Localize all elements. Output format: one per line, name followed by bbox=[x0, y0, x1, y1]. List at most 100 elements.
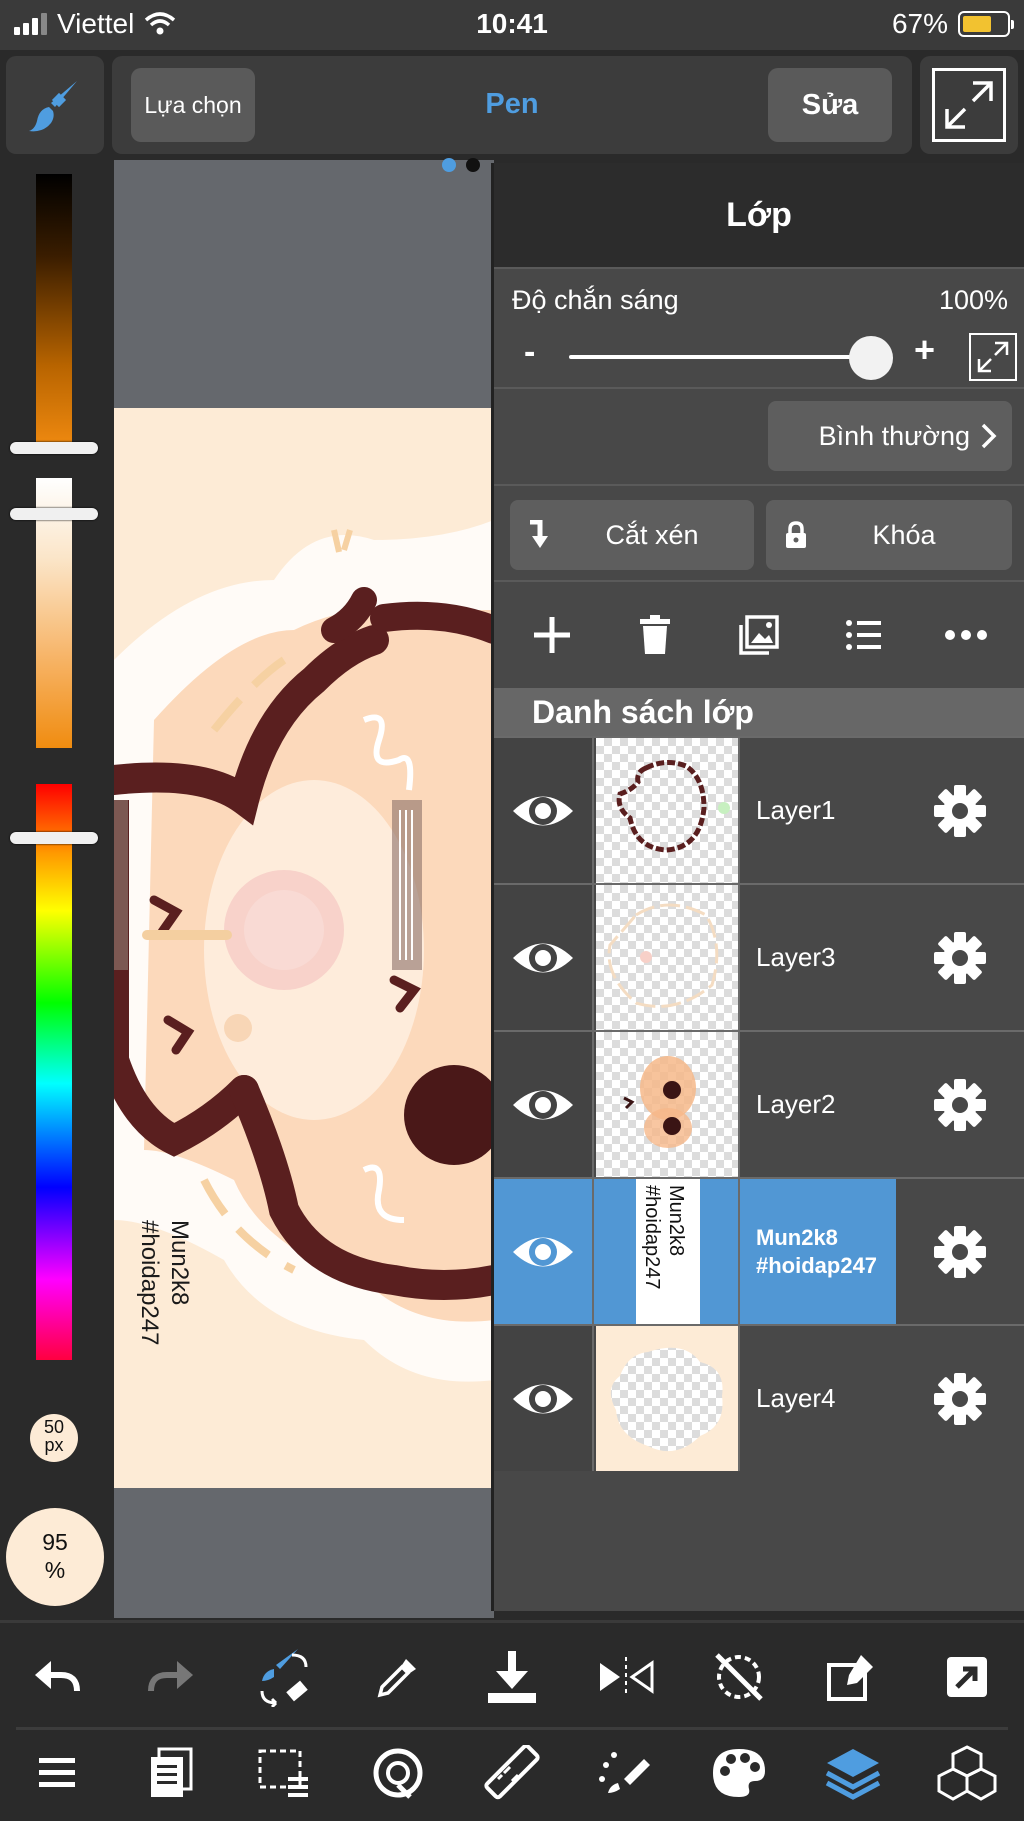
layer-name: Layer3 bbox=[756, 942, 836, 972]
layer-row[interactable]: Layer2 bbox=[494, 1030, 1024, 1177]
list-icon[interactable] bbox=[828, 600, 898, 670]
hue-handle[interactable] bbox=[10, 832, 98, 844]
brush-size-indicator[interactable]: 50 px bbox=[30, 1414, 78, 1462]
layer-settings-button[interactable] bbox=[896, 1326, 1024, 1471]
fullscreen-button[interactable] bbox=[920, 56, 1018, 154]
hue-slider[interactable] bbox=[36, 784, 72, 1360]
brush-opacity-indicator[interactable]: 95 % bbox=[6, 1508, 104, 1606]
layer-list-header: Danh sách lớp bbox=[494, 688, 1024, 736]
brush-tool-button[interactable] bbox=[6, 56, 104, 154]
edit-button[interactable]: Sửa bbox=[768, 68, 892, 142]
layer-name: Layer4 bbox=[756, 1383, 836, 1413]
redo-icon[interactable] bbox=[139, 1645, 203, 1709]
visibility-toggle[interactable] bbox=[494, 885, 594, 1030]
brush-eraser-swap-icon[interactable] bbox=[252, 1645, 316, 1709]
pages-icon[interactable] bbox=[139, 1741, 203, 1805]
snap-icon[interactable] bbox=[366, 1741, 430, 1805]
opacity-value: 100% bbox=[938, 285, 1008, 315]
clip-lock-row: Cắt xén Khóa bbox=[494, 486, 1024, 582]
layer-thumbnail: Mun2k8 #hoidap247 bbox=[596, 1179, 740, 1324]
opacity-increase-button[interactable]: + bbox=[914, 329, 935, 371]
eye-icon bbox=[513, 1090, 573, 1119]
thumbnail-text: Mun2k8 #hoidap247 bbox=[641, 1185, 687, 1290]
layer-name: Mun2k8 #hoidap247 bbox=[756, 1179, 916, 1324]
layers-icon[interactable] bbox=[821, 1741, 885, 1805]
undo-icon[interactable] bbox=[25, 1645, 89, 1709]
layer-settings-button[interactable] bbox=[896, 885, 1024, 1030]
lock-label: Khóa bbox=[872, 519, 936, 550]
layer-settings-button[interactable] bbox=[896, 1032, 1024, 1177]
status-bar: Viettel 10:41 67% bbox=[0, 0, 1024, 50]
bottom-toolbar-row-2 bbox=[0, 1741, 1024, 1805]
eyedropper-icon[interactable] bbox=[366, 1645, 430, 1709]
opacity-decrease-button[interactable]: - bbox=[524, 333, 535, 372]
panel-expand-button[interactable] bbox=[969, 333, 1017, 381]
bottom-toolbar-row-1 bbox=[0, 1645, 1024, 1709]
menu-icon[interactable] bbox=[25, 1741, 89, 1805]
layer-settings-button[interactable] bbox=[896, 738, 1024, 883]
artwork-canvas[interactable] bbox=[114, 160, 494, 1618]
visibility-toggle[interactable] bbox=[494, 1326, 594, 1471]
visibility-toggle[interactable] bbox=[494, 1179, 594, 1324]
layer-name: Layer2 bbox=[756, 1089, 836, 1119]
canvas-watermark: Mun2k8 #hoidap247 bbox=[136, 1220, 193, 1346]
layer-thumbnail bbox=[596, 1326, 740, 1471]
eye-icon bbox=[513, 943, 573, 972]
paintbrush-icon bbox=[29, 81, 77, 132]
layer-actions bbox=[494, 582, 1024, 688]
color-sidebar: 50 px 95 % bbox=[0, 160, 114, 1618]
brightness-handle[interactable] bbox=[10, 442, 98, 454]
transform-icon[interactable] bbox=[821, 1645, 885, 1709]
layer-thumbnail bbox=[596, 1032, 740, 1177]
gear-icon bbox=[934, 1078, 986, 1131]
layer-settings-button[interactable] bbox=[896, 1179, 1024, 1324]
opacity-slider-track[interactable] bbox=[569, 355, 874, 359]
palette-icon[interactable] bbox=[707, 1741, 771, 1805]
text-thumbnail: Mun2k8 #hoidap247 bbox=[636, 1179, 700, 1324]
gear-icon bbox=[934, 1372, 986, 1425]
lock-button[interactable]: Khóa bbox=[766, 500, 1012, 570]
layer-row-selected[interactable]: Mun2k8 #hoidap247 Mun2k8 #hoidap247 bbox=[494, 1177, 1024, 1324]
blend-mode-button[interactable]: Bình thường bbox=[768, 401, 1012, 471]
expand-icon bbox=[977, 341, 1009, 373]
visibility-toggle[interactable] bbox=[494, 1032, 594, 1177]
plus-icon[interactable] bbox=[517, 600, 587, 670]
tool-bar: Lựa chọn Pen Sửa bbox=[112, 56, 912, 154]
opacity-slider-knob[interactable] bbox=[849, 336, 893, 380]
layer-row[interactable]: Layer1 bbox=[494, 736, 1024, 883]
clipping-label: Cắt xén bbox=[605, 519, 699, 550]
lock-icon bbox=[766, 521, 826, 549]
visibility-toggle[interactable] bbox=[494, 738, 594, 883]
clock: 10:41 bbox=[476, 8, 548, 39]
layer-name: Layer1 bbox=[756, 795, 836, 825]
image-icon[interactable] bbox=[724, 600, 794, 670]
selection-icon[interactable] bbox=[252, 1741, 316, 1805]
opacity-row: Độ chắn sáng 100% - + bbox=[494, 269, 1024, 389]
eye-icon bbox=[513, 1237, 573, 1266]
clipping-button[interactable]: Cắt xén bbox=[510, 500, 754, 570]
layer-row[interactable]: Layer4 bbox=[494, 1324, 1024, 1471]
app-root: Viettel 10:41 67% Lựa chọn Pen Sửa 50 px… bbox=[0, 0, 1024, 1821]
fill-icon[interactable] bbox=[594, 1741, 658, 1805]
rotate-off-icon[interactable] bbox=[707, 1645, 771, 1709]
eye-icon bbox=[513, 1384, 573, 1413]
layer-list: Layer1 Layer3 Layer2 Mun2k8 #hoidap247 M… bbox=[494, 736, 1024, 1471]
toolbar-divider bbox=[16, 1727, 1008, 1730]
blend-mode-label: Bình thường bbox=[818, 420, 970, 451]
layer-row[interactable]: Layer3 bbox=[494, 883, 1024, 1030]
saturation-handle[interactable] bbox=[10, 508, 98, 520]
materials-icon[interactable] bbox=[935, 1741, 999, 1805]
download-icon[interactable] bbox=[480, 1645, 544, 1709]
trash-icon[interactable] bbox=[620, 600, 690, 670]
flip-icon[interactable] bbox=[594, 1645, 658, 1709]
share-icon[interactable] bbox=[935, 1645, 999, 1709]
brightness-slider[interactable] bbox=[36, 174, 72, 448]
clipping-icon bbox=[510, 520, 570, 550]
canvas-area[interactable]: Mun2k8 #hoidap247 bbox=[114, 160, 494, 1618]
eye-icon bbox=[513, 796, 573, 825]
battery-icon bbox=[958, 11, 1014, 37]
ruler-icon[interactable] bbox=[480, 1741, 544, 1805]
page-indicator bbox=[442, 158, 480, 172]
top-toolbar: Lựa chọn Pen Sửa bbox=[0, 50, 1024, 160]
more-icon[interactable] bbox=[931, 600, 1001, 670]
